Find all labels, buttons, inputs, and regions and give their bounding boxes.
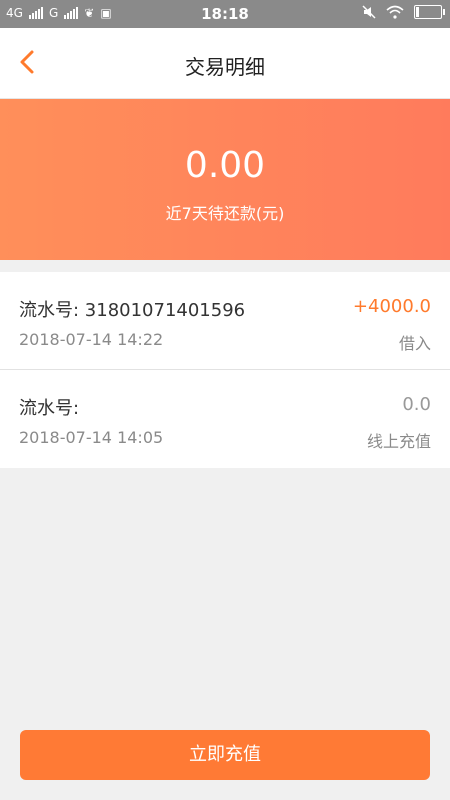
battery-icon (414, 5, 445, 19)
transaction-serial: 流水号: 31801071401596 (19, 300, 246, 321)
page-title: 交易明细 (185, 55, 265, 79)
transaction-date: 2018-07-14 14:22 (19, 330, 164, 349)
pending-repayment-label: 近7天待还款(元) (165, 204, 285, 223)
status-right (362, 5, 445, 19)
transaction-amount: 0.0 (402, 394, 431, 415)
transaction-amount: +4000.0 (352, 296, 431, 317)
nav-header: 交易明细 (0, 28, 450, 99)
transaction-date: 2018-07-14 14:05 (19, 428, 164, 447)
transaction-list: 流水号: 31801071401596 2018-07-14 14:22 +40… (0, 272, 450, 468)
recharge-now-button[interactable]: 立即充值 (20, 730, 430, 780)
mute-icon (362, 5, 376, 19)
wifi-icon (386, 5, 404, 19)
transaction-type: 线上充值 (366, 432, 431, 451)
pending-repayment-amount: 0.00 (184, 145, 266, 186)
transaction-row[interactable]: 流水号: 31801071401596 2018-07-14 14:22 +40… (0, 272, 450, 370)
summary-banner: 0.00 近7天待还款(元) (0, 99, 450, 260)
transaction-row[interactable]: 流水号: 2018-07-14 14:05 0.0 线上充值 (0, 370, 450, 468)
status-bar: 4G G ❦ ▣ 18:18 (0, 0, 450, 28)
transaction-type: 借入 (398, 334, 431, 353)
transaction-serial: 流水号: (19, 398, 80, 419)
